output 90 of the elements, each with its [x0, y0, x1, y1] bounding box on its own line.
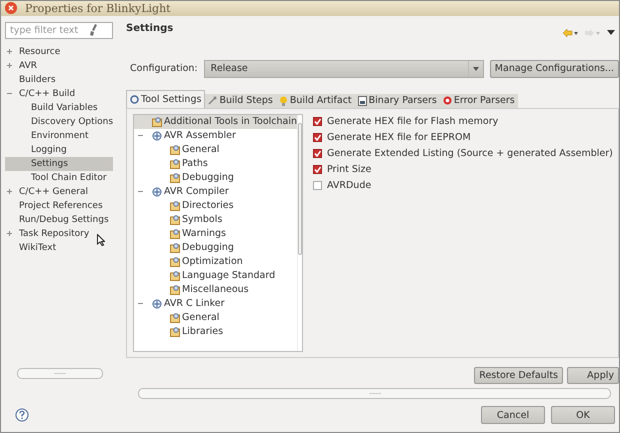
checkbox-label: AVRDude	[327, 180, 372, 192]
dialog-button[interactable]: Cancel	[481, 406, 545, 424]
tree-item[interactable]: Optimization	[134, 254, 297, 269]
configuration-dropdown[interactable]: Release	[204, 60, 484, 78]
sidebar-item[interactable]: Resource	[5, 44, 113, 59]
tab[interactable]: Build Artifact	[276, 94, 355, 108]
tree-item[interactable]: AVR Compiler	[134, 184, 297, 199]
tree-item[interactable]: General	[134, 310, 297, 325]
window-title: Properties for BlinkyLight	[25, 2, 171, 15]
checkbox[interactable]	[313, 117, 322, 126]
tree-item[interactable]: Debugging	[134, 170, 297, 185]
tree-item[interactable]: Language Standard	[134, 268, 297, 283]
tab[interactable]: Binary Parsers	[354, 94, 440, 108]
collapse-icon[interactable]	[138, 189, 143, 194]
tab[interactable]: Tool Settings	[126, 90, 206, 108]
wrench-icon	[208, 96, 218, 106]
options-page-icon	[170, 200, 180, 211]
document-icon	[358, 96, 367, 106]
options-page-icon	[170, 312, 180, 323]
horizontal-scrollbar[interactable]	[138, 388, 611, 399]
filter-field[interactable]: type filter text	[5, 22, 113, 39]
brush-icon[interactable]	[90, 24, 98, 36]
sidebar-item[interactable]: Run/Debug Settings	[5, 212, 113, 227]
sidebar-item[interactable]: Discovery Options	[5, 114, 113, 129]
vertical-scrollbar[interactable]	[297, 114, 302, 351]
horizontal-scrollbar[interactable]	[17, 368, 103, 379]
error-icon	[442, 96, 452, 106]
help-icon[interactable]	[15, 408, 29, 422]
configuration-label: Configuration:	[130, 63, 198, 74]
checkbox-label: Generate Extended Listing (Source + generated Assembler)	[327, 148, 613, 160]
tree-item[interactable]: Symbols	[134, 212, 297, 227]
page-button[interactable]: Restore Defaults	[474, 366, 563, 384]
sidebar-item[interactable]: Tool Chain Editor	[5, 170, 113, 185]
lightbulb-icon	[278, 96, 288, 106]
sidebar-item[interactable]: Project References	[5, 198, 113, 213]
tree-item[interactable]: Paths	[134, 156, 297, 171]
checkbox-label: Print Size	[327, 164, 372, 176]
options-page-icon	[170, 158, 180, 169]
tree-item[interactable]: Miscellaneous	[134, 282, 297, 297]
sidebar-item[interactable]: Logging	[5, 142, 113, 157]
sidebar-item[interactable]: AVR	[5, 58, 113, 73]
options-page-icon	[170, 284, 180, 295]
sidebar-item[interactable]: C/C++ General	[5, 184, 113, 199]
options-page-icon	[170, 172, 180, 183]
tree-item[interactable]: Libraries	[134, 324, 297, 339]
dialog-button[interactable]: OK	[551, 406, 615, 424]
options-page-icon	[152, 116, 162, 127]
checkbox[interactable]	[313, 149, 322, 158]
checkbox-label: Generate HEX file for Flash memory	[327, 116, 498, 128]
sidebar-item[interactable]: C/C++ Build	[5, 86, 113, 101]
sidebar-item[interactable]: Task Repository	[5, 226, 113, 241]
sidebar-item[interactable]: Builders	[5, 72, 113, 87]
manage-configurations-button[interactable]: Manage Configurations...	[490, 60, 619, 78]
checkbox[interactable]	[313, 165, 322, 174]
sidebar-item[interactable]: Build Variables	[5, 100, 113, 115]
expand-icon[interactable]	[7, 63, 12, 68]
options-page-icon	[170, 144, 180, 155]
back-arrow-icon[interactable]	[563, 28, 579, 37]
sidebar-item[interactable]: Environment	[5, 128, 113, 143]
tree-item[interactable]: Directories	[134, 198, 297, 213]
tree-item[interactable]: AVR C Linker	[134, 296, 297, 311]
collapse-icon[interactable]	[138, 133, 143, 138]
tree-item[interactable]: Additional Tools in Toolchain	[134, 114, 297, 129]
tab[interactable]: Build Steps	[205, 94, 276, 108]
expand-icon[interactable]	[7, 231, 12, 236]
mouse-pointer-icon	[97, 234, 105, 246]
page-button[interactable]: Apply	[567, 366, 619, 384]
options-page-icon	[170, 242, 180, 253]
tree-item[interactable]: Warnings	[134, 226, 297, 241]
checkbox-label: Generate HEX file for EEPROM	[327, 132, 471, 144]
sidebar-item[interactable]: Settings	[5, 156, 113, 171]
checkbox[interactable]	[313, 181, 322, 190]
close-icon[interactable]	[5, 2, 17, 14]
expand-icon[interactable]	[7, 189, 12, 194]
collapse-icon[interactable]	[7, 91, 12, 96]
options-page-icon	[170, 326, 180, 337]
options-page-icon	[170, 228, 180, 239]
sidebar-item[interactable]: WikiText	[5, 240, 113, 255]
collapse-icon[interactable]	[138, 301, 143, 306]
options-page-icon	[170, 270, 180, 281]
tree-item[interactable]: AVR Assembler	[134, 128, 297, 143]
checkbox[interactable]	[313, 133, 322, 142]
page-title: Settings	[126, 22, 174, 34]
expand-icon[interactable]	[7, 49, 12, 54]
dropdown-arrow-icon[interactable]	[607, 30, 615, 36]
options-page-icon	[170, 214, 180, 225]
tree-item[interactable]: Debugging	[134, 240, 297, 255]
tree-item[interactable]: General	[134, 142, 297, 157]
options-page-icon	[170, 256, 180, 267]
tab[interactable]: Error Parsers	[440, 94, 518, 108]
